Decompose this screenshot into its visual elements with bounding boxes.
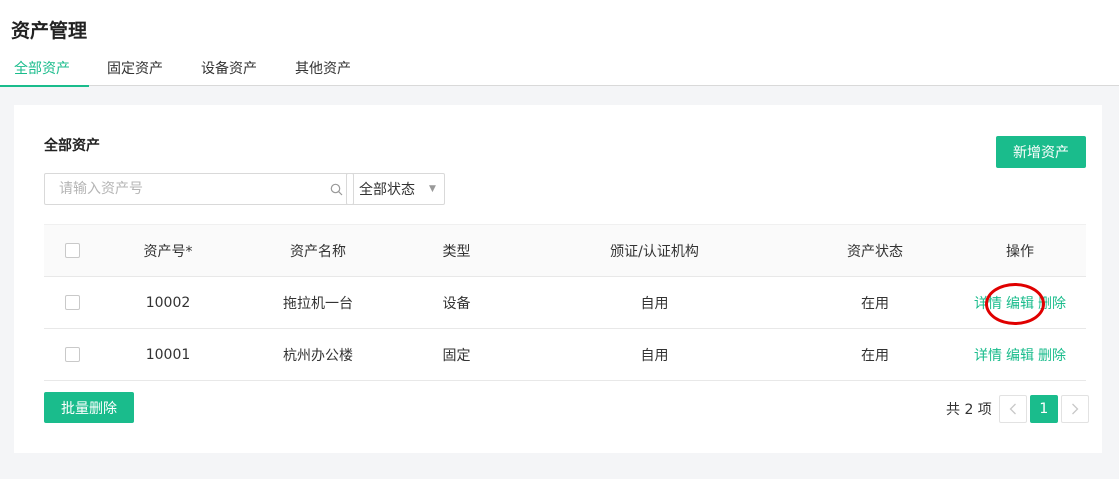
asset-table: 资产号* 资产名称 类型 颁证/认证机构 资产状态 操作 10002 拖拉机一台… <box>44 224 1086 381</box>
asset-type-cell: 设备 <box>442 295 471 312</box>
row-checkbox-cell <box>44 347 100 362</box>
next-page-button[interactable] <box>1060 395 1089 423</box>
asset-status-cell: 在用 <box>861 295 889 312</box>
table-header-row: 资产号* 资产名称 类型 颁证/认证机构 资产状态 操作 <box>44 224 1086 277</box>
select-all-checkbox[interactable] <box>64 243 80 258</box>
column-header-asset-name: 资产名称 <box>290 243 346 260</box>
asset-status-cell: 在用 <box>861 347 889 364</box>
card-title: 全部资产 <box>44 138 100 154</box>
column-header-status: 资产状态 <box>847 243 903 260</box>
search-input[interactable] <box>45 174 325 204</box>
total-count: 共 2 项 <box>946 402 992 418</box>
page-title: 资产管理 <box>11 20 88 42</box>
column-header-asset-id: 资产号* <box>143 243 193 260</box>
header: 资产管理 全部资产 固定资产 设备资产 其他资产 <box>0 0 1119 87</box>
cert-org-cell: 自用 <box>640 295 669 312</box>
tab-all-assets[interactable]: 全部资产 <box>0 58 89 87</box>
header-checkbox-cell <box>44 243 100 258</box>
chevron-right-icon <box>1071 403 1079 415</box>
column-header-type: 类型 <box>442 243 471 260</box>
edit-link[interactable]: 编辑 <box>1006 348 1034 364</box>
row-checkbox-cell <box>44 295 100 310</box>
search-icon[interactable] <box>325 174 347 204</box>
detail-link[interactable]: 详情 <box>974 296 1002 312</box>
chevron-left-icon <box>1009 403 1016 415</box>
table-row: 10001 杭州办公楼 固定 自用 在用 详情 编辑 删除 <box>44 329 1086 381</box>
tab-equipment-assets[interactable]: 设备资产 <box>183 58 277 86</box>
column-header-cert-org: 颁证/认证机构 <box>610 243 699 260</box>
bulk-delete-button[interactable]: 批量删除 <box>44 392 134 423</box>
add-asset-button[interactable]: 新增资产 <box>996 136 1086 168</box>
delete-link[interactable]: 删除 <box>1038 348 1066 364</box>
tab-fixed-assets[interactable]: 固定资产 <box>89 58 183 86</box>
asset-card: 全部资产 新增资产 全部状态 ▼ 资产号* 资产名称 类型 颁证/认证机构 资产… <box>14 105 1102 453</box>
row-checkbox[interactable] <box>64 295 80 310</box>
asset-name-cell: 拖拉机一台 <box>283 295 353 312</box>
table-row: 10002 拖拉机一台 设备 自用 在用 详情 编辑 删除 <box>44 277 1086 329</box>
status-filter-select[interactable]: 全部状态 ▼ <box>346 173 445 205</box>
actions-cell: 详情 编辑 删除 <box>954 293 1086 313</box>
pagination: 共 2 项 1 <box>946 394 1089 424</box>
asset-id-cell: 10001 <box>145 346 191 363</box>
cert-org-cell: 自用 <box>640 347 669 364</box>
row-checkbox[interactable] <box>64 347 80 362</box>
page-button-current[interactable]: 1 <box>1029 395 1058 423</box>
column-header-actions: 操作 <box>1006 243 1034 260</box>
asset-type-cell: 固定 <box>442 347 471 364</box>
detail-link[interactable]: 详情 <box>974 348 1002 364</box>
asset-name-cell: 杭州办公楼 <box>283 347 353 364</box>
prev-page-button[interactable] <box>998 395 1027 423</box>
delete-link[interactable]: 删除 <box>1038 296 1066 312</box>
asset-id-cell: 10002 <box>145 294 191 311</box>
tab-bar: 全部资产 固定资产 设备资产 其他资产 <box>0 58 367 87</box>
search-box <box>44 173 354 205</box>
caret-down-icon: ▼ <box>429 184 436 194</box>
status-filter-value: 全部状态 <box>359 182 415 198</box>
edit-link[interactable]: 编辑 <box>1006 296 1034 312</box>
tab-other-assets[interactable]: 其他资产 <box>277 58 367 86</box>
actions-cell: 详情 编辑 删除 <box>954 345 1086 365</box>
